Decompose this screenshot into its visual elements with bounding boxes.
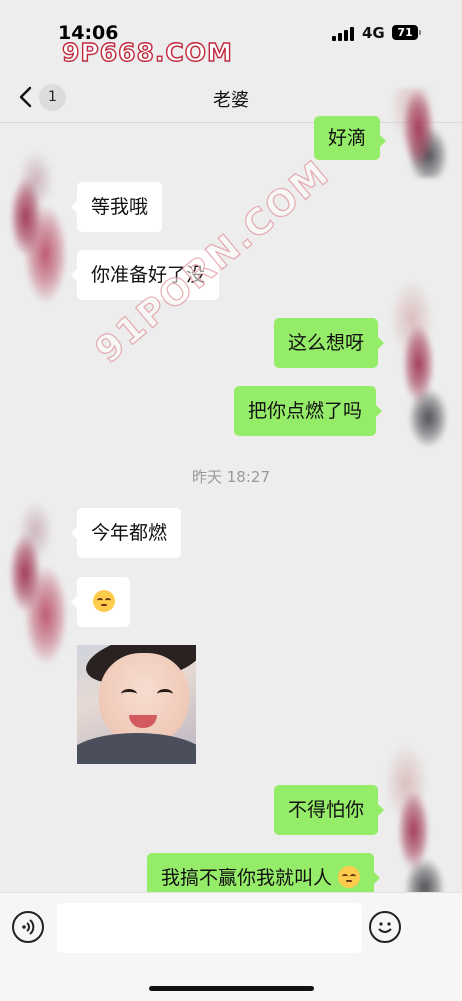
message-bubble-incoming[interactable]: 等我哦 [70,182,163,232]
status-bar: 14:06 9P668.COM 4G 71 [0,0,462,70]
message-input[interactable] [57,903,362,953]
home-indicator [149,986,314,991]
message-bubble-incoming[interactable] [71,577,130,627]
message-bubble-outgoing[interactable]: 这么想呀 [274,318,385,368]
smirk-face-icon [92,590,115,612]
contact-avatar[interactable] [6,143,72,328]
message-text: 今年都燃 [91,522,168,544]
battery-icon: 71 [392,25,418,40]
message-bubble-outgoing[interactable]: 不得怕你 [274,785,385,835]
self-avatar[interactable] [392,283,458,463]
message-text: 这么想呀 [288,332,365,354]
input-bar [0,892,462,1001]
battery-tip [419,30,421,35]
contact-avatar[interactable] [4,489,74,699]
message-text: 把你点燃了吗 [248,400,363,422]
message-image[interactable] [77,645,196,764]
chat-timestamp: 昨天 18:27 [192,468,270,486]
network-type: 4G [362,24,385,42]
voice-input-button[interactable] [12,911,44,943]
message-bubble-outgoing[interactable]: 好滴 [314,116,387,160]
self-avatar[interactable] [392,88,458,178]
message-text: 不得怕你 [288,799,365,821]
message-bubble-incoming[interactable]: 今年都燃 [70,508,182,558]
message-bubble-outgoing[interactable]: 把你点燃了吗 [234,386,383,436]
smirk-face-icon [338,866,361,888]
message-text: 我搞不赢你我就叫人 [161,867,333,889]
message-text: 等我哦 [91,196,149,218]
signal-icon [332,27,354,41]
smiley-icon [378,922,392,933]
watermark-logo: 9P668.COM [61,37,233,67]
message-text: 好滴 [328,127,367,149]
emoji-button[interactable] [369,911,401,943]
voice-icon [22,919,35,935]
